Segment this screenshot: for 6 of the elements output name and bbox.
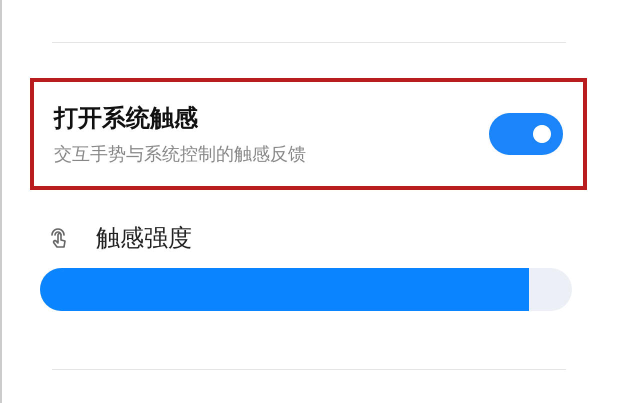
setting-title: 打开系统触感	[54, 103, 199, 134]
strength-slider[interactable]	[40, 268, 572, 311]
setting-label: 触感强度	[96, 223, 192, 254]
toggle-switch[interactable]	[489, 113, 563, 155]
setting-description: 交互手势与系统控制的触感反馈	[54, 143, 306, 166]
touch-icon	[48, 227, 68, 249]
